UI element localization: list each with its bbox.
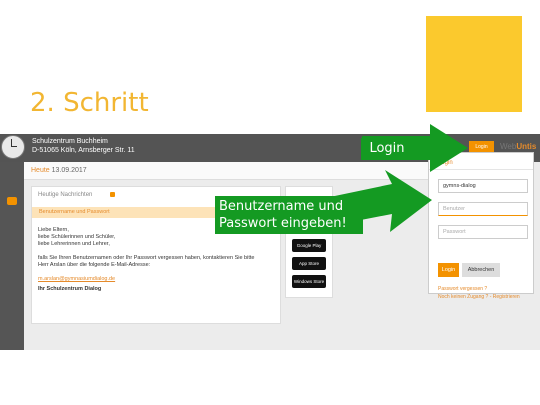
annotation-login-label: Login	[361, 138, 413, 160]
annotation-credentials-label: Benutzername und Passwort eingeben!	[215, 196, 363, 234]
annotation-line: Benutzername und	[219, 199, 344, 214]
annotation-line: Passwort eingeben!	[219, 216, 347, 231]
